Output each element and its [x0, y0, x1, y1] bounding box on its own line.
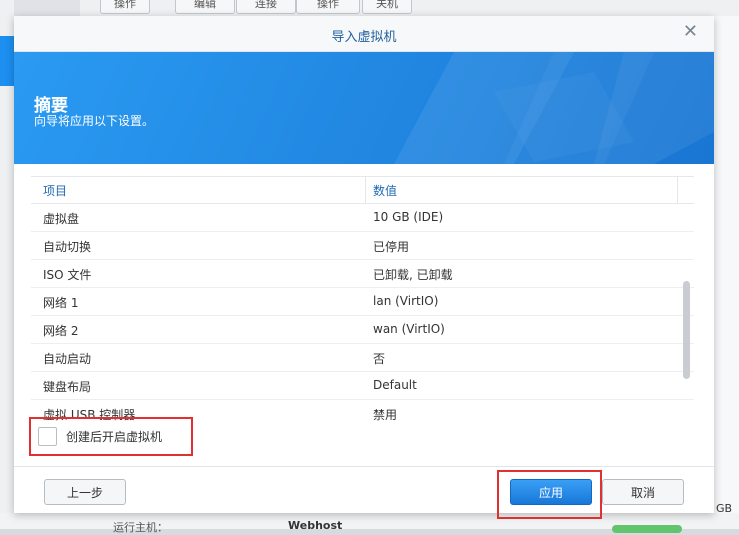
table-row: ISO 文件 已卸载, 已卸载	[31, 260, 694, 288]
table-row: 自动启动 否	[31, 344, 694, 372]
column-header-item[interactable]: 项目	[43, 182, 67, 199]
row-value: 否	[373, 352, 386, 366]
background-sidebar-active	[0, 36, 14, 86]
table-row: 键盘布局 Default	[31, 372, 694, 400]
row-value: 禁用	[373, 408, 398, 421]
bg-toolbar-button-5: 关机	[362, 0, 412, 14]
summary-table: 项目 数值 虚拟盘 10 GB (IDE) 自动切换 已停用 ISO 文件 已卸载, …	[31, 176, 694, 421]
column-header-value[interactable]: 数值	[373, 182, 397, 199]
row-item: 网络 1	[43, 296, 79, 310]
table-row: 自动切换 已停用	[31, 232, 694, 260]
dialog-footer: 上一步 应用 取消	[14, 466, 714, 513]
highlight-box-checkbox	[29, 417, 193, 456]
bg-toolbar-button-1: 操作	[100, 0, 150, 14]
banner-decoration	[394, 52, 714, 164]
bg-toolbar-button-4: 操作	[296, 0, 360, 14]
dialog-banner: 摘要 向导将应用以下设置。	[14, 52, 714, 164]
row-value: 10 GB (IDE)	[373, 210, 444, 224]
background-host-label: 运行主机：	[113, 521, 168, 534]
highlight-box-apply	[497, 470, 602, 519]
row-value: wan (VirtIO)	[373, 322, 445, 336]
table-row: 网络 1 lan (VirtIO)	[31, 288, 694, 316]
table-header: 项目 数值	[31, 176, 694, 204]
close-icon[interactable]: ✕	[683, 23, 698, 41]
dialog-title: 导入虚拟机	[331, 30, 397, 45]
cancel-button[interactable]: 取消	[602, 479, 684, 505]
background-host-value: Webhost	[288, 519, 343, 532]
background-sidebar	[0, 0, 14, 529]
row-item: 自动启动	[43, 352, 92, 366]
table-scrollbar[interactable]	[683, 281, 690, 379]
import-vm-dialog: 导入虚拟机 ✕ 摘要 向导将应用以下设置。 项目 数值 虚拟盘 10 GB (ID…	[14, 16, 714, 519]
bg-toolbar-button-2: 编辑	[175, 0, 235, 14]
row-value: 已卸载, 已卸载	[373, 268, 453, 282]
table-row: 虚拟盘 10 GB (IDE)	[31, 204, 694, 232]
row-item: 自动切换	[43, 240, 92, 254]
background-right-panel	[714, 16, 739, 529]
column-divider	[677, 177, 678, 203]
background-toolbar: 操作 编辑 连接 操作 关机	[80, 0, 739, 16]
row-item: 虚拟盘	[43, 212, 80, 226]
background-status-pill	[612, 525, 682, 533]
row-value: lan (VirtIO)	[373, 294, 439, 308]
table-row: 网络 2 wan (VirtIO)	[31, 316, 694, 344]
row-item: 键盘布局	[43, 380, 92, 394]
background-status-bar: 运行主机： Webhost	[0, 513, 739, 534]
banner-subheading: 向导将应用以下设置。	[34, 114, 155, 128]
column-divider	[365, 177, 366, 203]
row-item: 网络 2	[43, 324, 79, 338]
dialog-titlebar: 导入虚拟机 ✕	[14, 16, 714, 52]
bg-toolbar-button-3: 连接	[236, 0, 296, 14]
back-button[interactable]: 上一步	[44, 479, 126, 505]
row-value: 已停用	[373, 240, 410, 254]
row-item: ISO 文件	[43, 268, 92, 282]
row-value: Default	[373, 378, 417, 392]
